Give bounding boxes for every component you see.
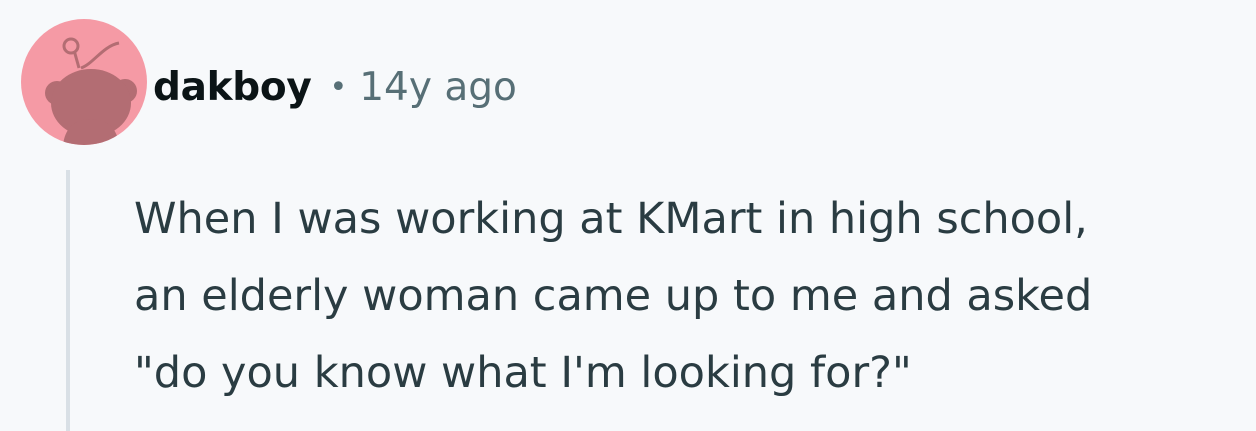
comment-body: When I was working at KMart in high scho… [134,194,1093,398]
author-username[interactable]: dakboy [153,65,312,110]
comment-timestamp[interactable]: 14y ago [359,65,517,110]
reddit-snoo-avatar-icon [21,19,147,145]
thread-line[interactable] [66,170,70,431]
comment: dakboy • 14y ago When I was working at K… [0,0,1256,431]
comment-header: dakboy • 14y ago [153,60,517,114]
avatar[interactable] [21,19,147,145]
separator-dot: • [329,69,348,105]
